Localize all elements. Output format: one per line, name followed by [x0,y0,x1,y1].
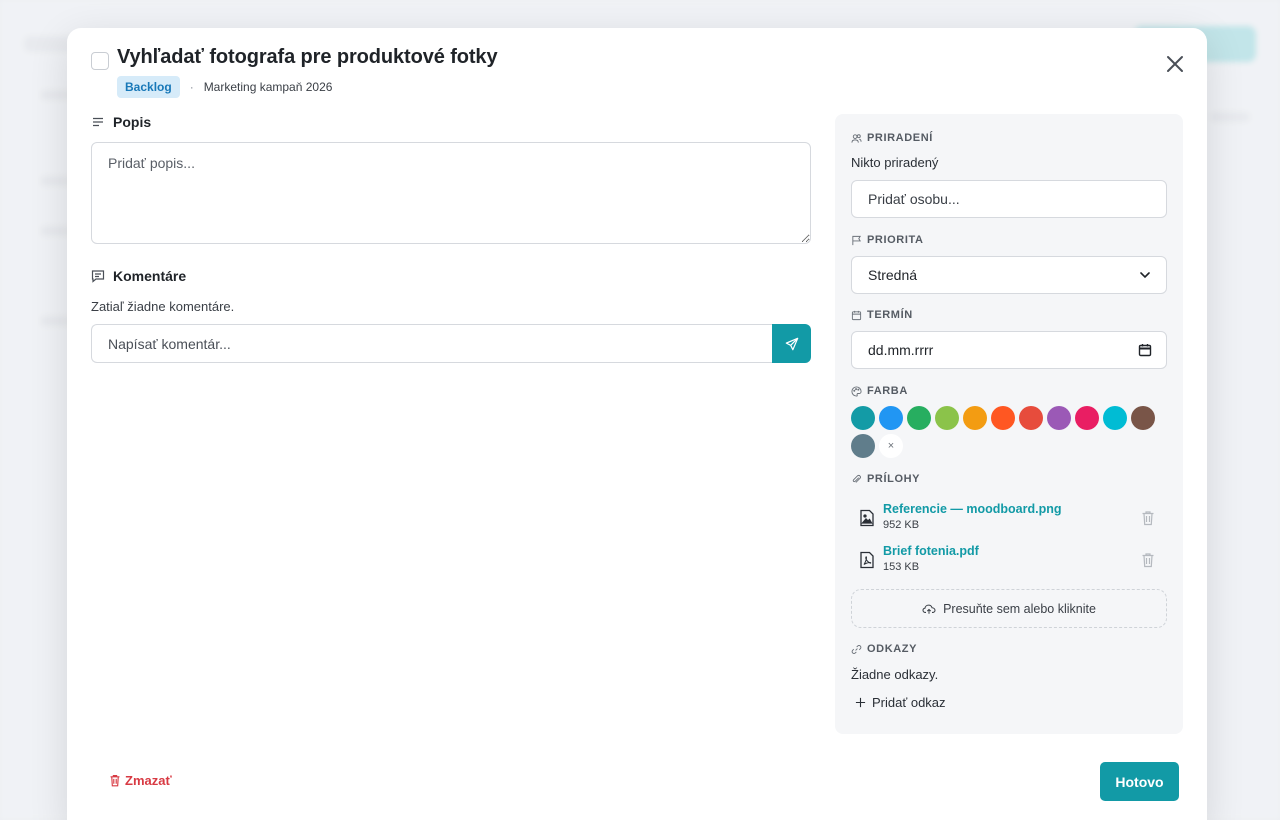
send-icon [785,337,798,350]
color-swatch[interactable] [1131,406,1155,430]
project-name: Marketing kampaň 2026 [203,80,333,94]
task-complete-checkbox[interactable] [91,52,109,70]
comments-heading-label: Komentáre [113,268,187,284]
assignees-label-text: PRIRADENÍ [867,132,933,144]
comments-heading: Komentáre [91,268,186,284]
close-icon [1167,56,1183,72]
plus-icon [855,697,866,708]
color-swatches: × [851,406,1171,458]
assignees-label: PRIRADENÍ [851,132,933,144]
task-detail-modal: Vyhľadať fotografa pre produktové fotky … [67,28,1207,820]
color-swatch[interactable] [851,406,875,430]
description-heading: Popis [91,114,151,130]
link-icon [851,644,862,654]
priority-label-text: PRIORITA [867,234,924,246]
dropzone-text: Presuňte sem alebo kliknite [943,601,1096,616]
color-swatch[interactable] [963,406,987,430]
no-comments-text: Zatiaľ žiadne komentáre. [91,299,235,314]
due-date-label-text: TERMÍN [867,309,913,321]
color-label-text: FARBA [867,385,908,397]
task-meta: Backlog · Marketing kampaň 2026 [117,76,332,98]
attachment-item[interactable]: Referencie — moodboard.png 952 KB [851,502,1167,538]
color-swatch[interactable] [1075,406,1099,430]
links-label-text: ODKAZY [867,643,918,655]
attachment-name[interactable]: Brief fotenia.pdf [883,544,979,558]
attachment-item[interactable]: Brief fotenia.pdf 153 KB [851,544,1167,580]
text-lines-icon [93,117,103,127]
assignees-value: Nikto priradený [851,155,939,170]
add-link-button[interactable]: Pridať odkaz [855,695,946,710]
attachment-size: 153 KB [883,561,920,573]
pdf-file-icon [860,551,874,569]
task-sidebar: PRIRADENÍ Nikto priradený Pridať osobu..… [835,114,1183,734]
image-file-icon [860,509,874,527]
due-date-input[interactable]: dd.mm.rrrr [851,331,1167,369]
status-badge[interactable]: Backlog [117,76,180,98]
delete-attachment-icon[interactable] [1141,510,1155,526]
comment-input[interactable] [91,324,772,363]
priority-select[interactable]: Stredná [851,256,1167,294]
color-swatch[interactable] [1047,406,1071,430]
trash-icon [110,775,120,787]
paperclip-icon [852,474,861,483]
links-label: ODKAZY [851,643,917,655]
delete-task-button[interactable]: Zmazať [109,773,172,788]
priority-label: PRIORITA [851,234,924,246]
attachments-label: PRÍLOHY [851,473,920,485]
users-icon [851,133,862,143]
due-date-value: dd.mm.rrrr [868,342,934,358]
close-button[interactable] [1163,52,1187,76]
color-swatch[interactable] [991,406,1015,430]
comment-icon [91,270,105,283]
description-textarea[interactable] [91,142,811,244]
cloud-upload-icon [922,604,936,614]
clear-color-button[interactable]: × [879,434,903,458]
delete-attachment-icon[interactable] [1141,552,1155,568]
send-comment-button[interactable] [772,324,811,363]
attachment-name[interactable]: Referencie — moodboard.png [883,502,1062,516]
priority-selected-value: Stredná [868,267,918,283]
attachment-dropzone[interactable]: Presuňte sem alebo kliknite [851,589,1167,628]
description-heading-label: Popis [113,114,152,130]
color-swatch[interactable] [879,406,903,430]
comment-composer [91,324,811,363]
delete-task-label: Zmazať [125,773,172,788]
flag-icon [852,235,861,245]
add-assignee-input[interactable]: Pridať osobu... [851,180,1167,218]
attachment-size: 952 KB [883,519,920,531]
color-swatch[interactable] [1103,406,1127,430]
color-swatch[interactable] [935,406,959,430]
task-title[interactable]: Vyhľadať fotografa pre produktové fotky [117,46,498,69]
add-link-label: Pridať odkaz [872,695,946,710]
done-button[interactable]: Hotovo [1100,762,1179,801]
color-label: FARBA [851,385,908,397]
calendar-icon [851,310,862,320]
color-swatch[interactable] [907,406,931,430]
color-swatch[interactable] [851,434,875,458]
meta-separator: · [189,80,194,94]
due-date-label: TERMÍN [851,309,913,321]
links-empty-text: Žiadne odkazy. [851,667,939,682]
color-swatch[interactable] [1019,406,1043,430]
chevron-down-icon [1140,272,1150,279]
palette-icon [851,385,862,397]
attachments-label-text: PRÍLOHY [867,473,921,485]
calendar-picker-icon[interactable] [1138,343,1152,357]
